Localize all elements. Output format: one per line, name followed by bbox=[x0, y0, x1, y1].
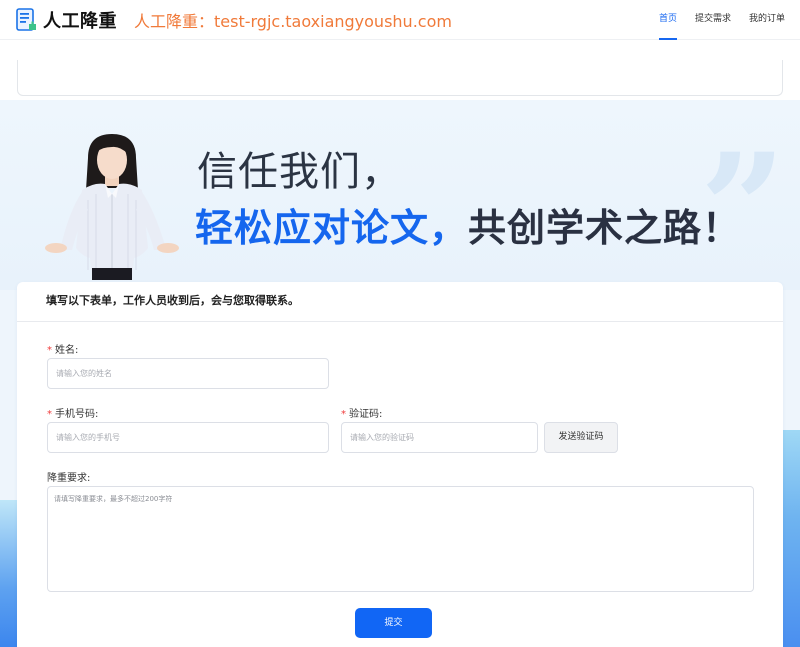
requirement-textarea[interactable]: 请填写降重要求，最多不超过200字符 bbox=[47, 486, 754, 592]
required-mark: * bbox=[341, 409, 346, 420]
nav-my-orders[interactable]: 我的订单 bbox=[749, 0, 785, 40]
document-logo-icon bbox=[16, 8, 38, 32]
submit-button[interactable]: 提交 bbox=[355, 608, 432, 638]
hero-line2: 轻松应对论文，共创学术之路！ bbox=[195, 197, 741, 252]
phone-input[interactable]: 请输入您的手机号 bbox=[47, 422, 329, 453]
top-nav: 首页 提交需求 我的订单 bbox=[641, 0, 785, 40]
phone-label: * 手机号码: bbox=[47, 409, 99, 420]
name-input[interactable]: 请输入您的姓名 bbox=[47, 358, 329, 389]
required-mark: * bbox=[47, 409, 52, 420]
hero-highlight: 轻松应对论文， bbox=[195, 206, 469, 250]
form-heading: 填写以下表单，工作人员收到后，会与您取得联系。 bbox=[17, 282, 783, 322]
required-mark: * bbox=[47, 345, 52, 356]
nav-submit-request[interactable]: 提交需求 bbox=[695, 0, 731, 40]
name-label: * 姓名: bbox=[47, 345, 79, 356]
verification-code-input[interactable]: 请输入您的验证码 bbox=[341, 422, 538, 453]
hero-rest: 共创学术之路！ bbox=[468, 206, 742, 250]
hero-person-image bbox=[42, 130, 182, 280]
send-code-button[interactable]: 发送验证码 bbox=[544, 422, 618, 453]
requirement-label: 降重要求: bbox=[47, 473, 91, 484]
code-label: * 验证码: bbox=[341, 409, 383, 420]
contact-form-card: 填写以下表单，工作人员收到后，会与您取得联系。 * 姓名: 请输入您的姓名 * 手机… bbox=[17, 282, 783, 647]
top-strip bbox=[0, 40, 800, 100]
nav-home[interactable]: 首页 bbox=[658, 0, 677, 40]
site-url: 人工降重：test-rgjc.taoxiangyoushu.com bbox=[134, 12, 452, 31]
logo-name: 人工降重 bbox=[43, 11, 117, 32]
strip-card bbox=[17, 60, 783, 96]
logo[interactable]: 人工降重 bbox=[16, 7, 117, 33]
top-header: 人工降重 人工降重：test-rgjc.taoxiangyoushu.com 首… bbox=[0, 0, 800, 40]
hero-line1: 信任我们， bbox=[197, 149, 402, 195]
right-blue-decoration bbox=[780, 430, 800, 647]
